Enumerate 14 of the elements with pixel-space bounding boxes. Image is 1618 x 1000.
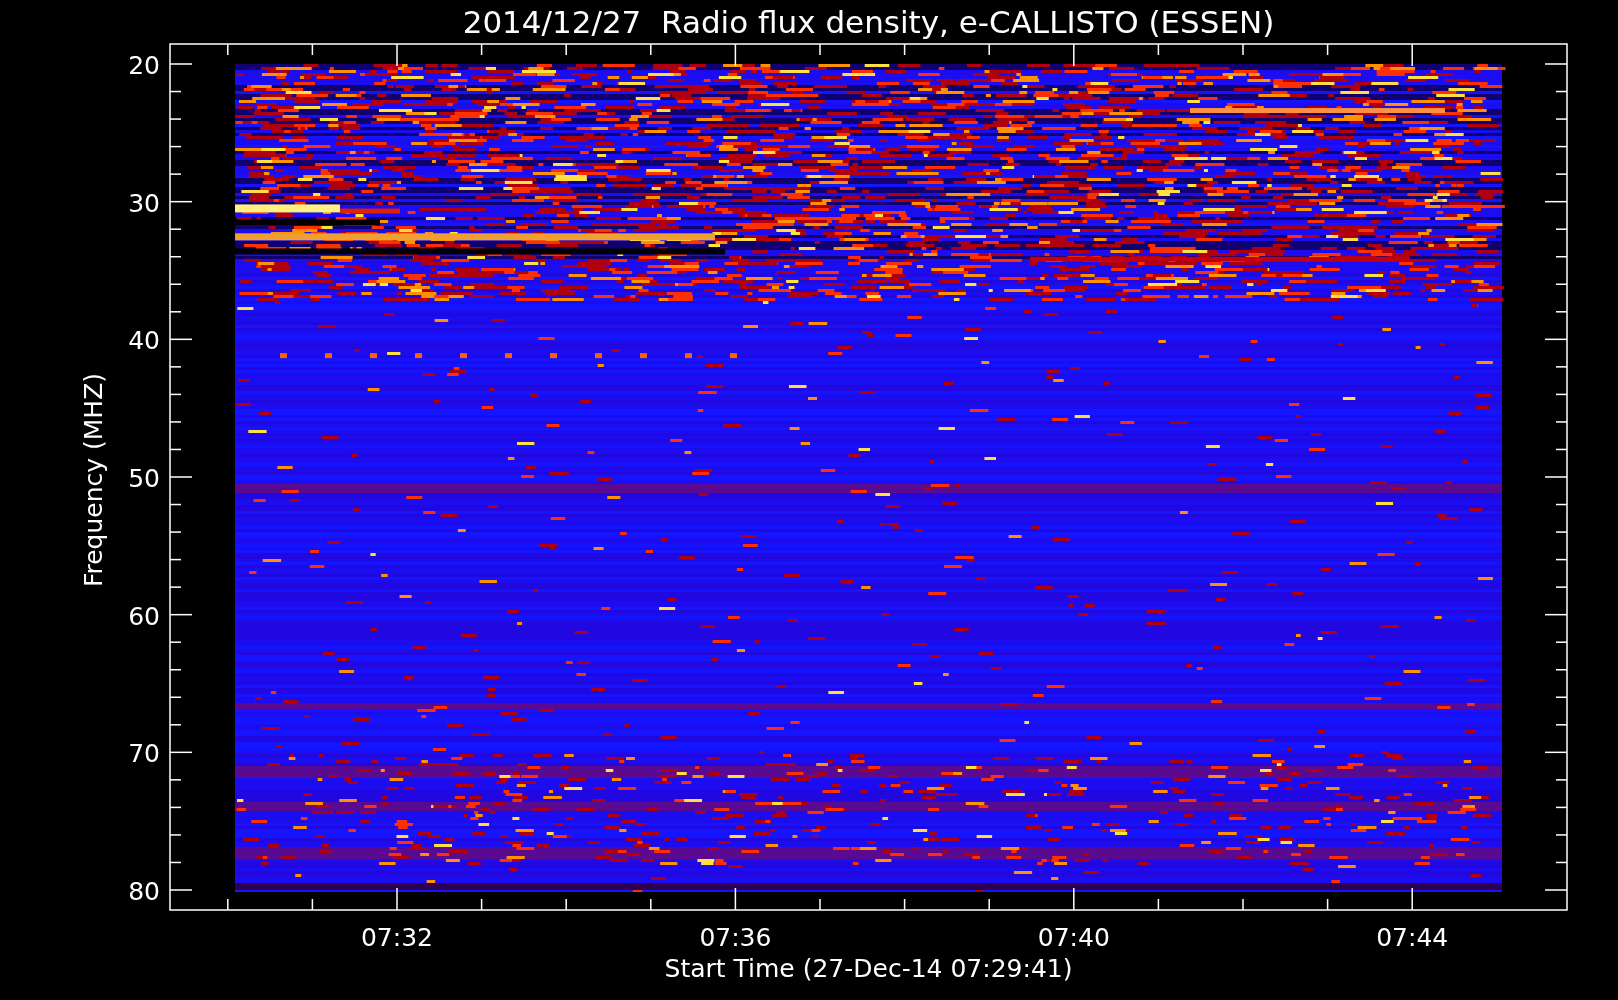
y-tick-label: 60 [128, 601, 160, 631]
chart-title: 2014/12/27 Radio flux density, e-CALLISTO (ESSEN) [462, 4, 1275, 40]
y-tick-label: 40 [128, 326, 160, 356]
y-tick-label: 20 [128, 51, 160, 80]
y-tick-label: 80 [128, 877, 160, 906]
x-tick-label: 07:40 [1037, 923, 1110, 952]
x-tick-label: 07:44 [1376, 923, 1449, 952]
x-tick-label: 07:36 [699, 923, 772, 952]
y-tick-label: 30 [128, 188, 160, 218]
y-tick-label: 70 [128, 739, 160, 769]
y-tick-label: 50 [128, 464, 160, 493]
x-axis-title: Start Time (27-Dec-14 07:29:41) [664, 954, 1073, 983]
y-axis-title: Frequency (MHZ) [79, 372, 108, 588]
x-tick-label: 07:32 [361, 923, 433, 952]
